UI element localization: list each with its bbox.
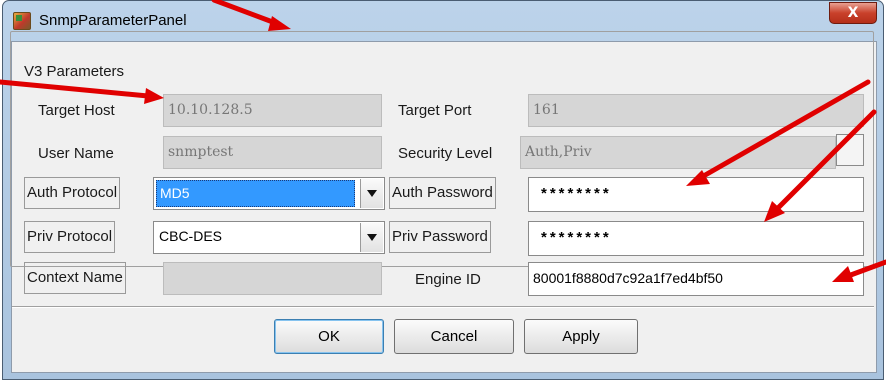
priv-password-field[interactable]: ******** <box>528 221 864 256</box>
target-host-label: Target Host <box>38 102 115 119</box>
chevron-down-icon[interactable] <box>360 179 383 208</box>
security-level-field[interactable]: Auth,Priv <box>520 136 836 169</box>
user-name-label: User Name <box>38 145 114 162</box>
window-title: SnmpParameterPanel <box>39 12 187 29</box>
security-level-button[interactable] <box>836 134 864 166</box>
priv-protocol-value: CBC-DES <box>159 228 223 244</box>
apply-button[interactable]: Apply <box>524 319 638 354</box>
auth-password-field[interactable]: ******** <box>528 177 864 212</box>
button-separator <box>12 306 874 308</box>
target-port-label: Target Port <box>398 102 472 119</box>
engine-id-field[interactable]: 80001f8880d7c92a1f7ed4bf50 <box>528 262 864 296</box>
user-name-field[interactable]: snmptest <box>163 136 382 169</box>
cancel-button[interactable]: Cancel <box>394 319 514 354</box>
target-port-field[interactable]: 161 <box>528 94 864 127</box>
app-icon <box>13 12 31 30</box>
group-label: V3 Parameters <box>22 63 127 80</box>
chevron-down-icon[interactable] <box>360 223 383 252</box>
auth-protocol-select[interactable]: MD5 <box>153 177 385 210</box>
priv-protocol-select[interactable]: CBC-DES <box>153 221 385 254</box>
ok-button[interactable]: OK <box>274 319 384 354</box>
priv-password-label: Priv Password <box>389 221 491 253</box>
context-name-label: Context Name <box>24 262 126 294</box>
close-icon[interactable]: X <box>829 2 877 24</box>
engine-id-label: Engine ID <box>415 271 481 288</box>
priv-protocol-label: Priv Protocol <box>24 221 116 253</box>
security-level-label: Security Level <box>398 145 493 162</box>
context-name-field[interactable] <box>163 262 382 295</box>
auth-protocol-value: MD5 <box>156 180 355 207</box>
target-host-field[interactable]: 10.10.128.5 <box>163 94 382 127</box>
auth-protocol-label: Auth Protocol <box>24 177 121 209</box>
auth-password-label: Auth Password <box>389 177 496 209</box>
